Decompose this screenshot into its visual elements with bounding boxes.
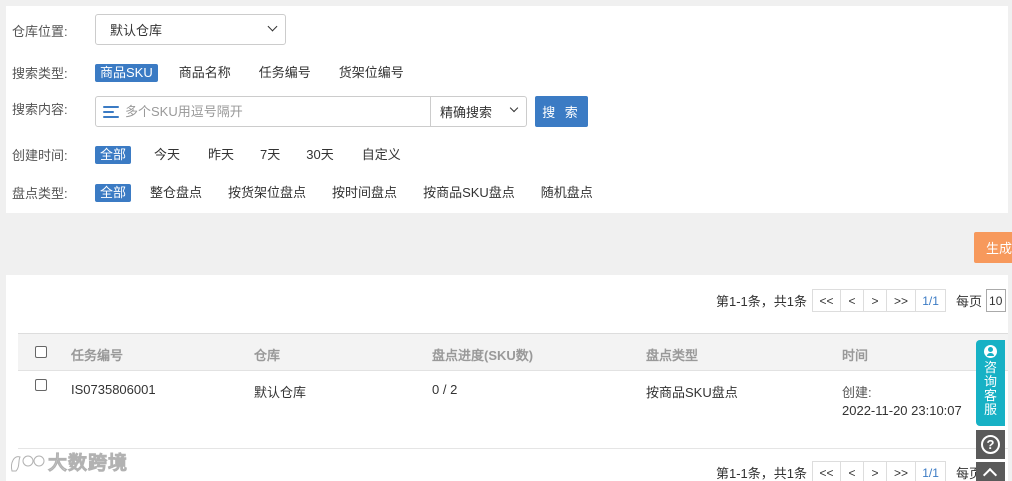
search-group: 精确搜索 xyxy=(95,96,527,127)
progress-cell: 0 / 2 xyxy=(432,382,458,397)
pagination-summary: 第1-1条，共1条 xyxy=(716,466,808,481)
type-cell: 按商品SKU盘点 xyxy=(646,385,738,400)
watermark-logo-icon xyxy=(11,455,45,471)
task-number: IS0735806001 xyxy=(71,382,156,397)
search-input-wrap xyxy=(96,97,430,126)
pagination-summary: 第1-1条，共1条 xyxy=(716,294,808,309)
first-page-button[interactable]: << xyxy=(812,289,842,312)
search-content-row: 搜索内容: xyxy=(12,99,89,118)
prev-page-button[interactable]: < xyxy=(840,461,865,481)
select-all-checkbox[interactable] xyxy=(35,346,47,358)
warehouse-label: 仓库位置: xyxy=(12,24,68,39)
time-option[interactable]: 今天 xyxy=(149,146,185,164)
next-page-button[interactable]: > xyxy=(863,461,888,481)
watermark-text: 大数跨境 xyxy=(48,453,129,475)
current-page: 1/1 xyxy=(915,289,947,312)
pagination-top: 第1-1条，共1条 << < > >> 1/1 每页 10 xyxy=(716,289,1007,312)
time-option[interactable]: 30天 xyxy=(301,146,338,164)
per-page-input[interactable]: 10 xyxy=(986,289,1007,312)
search-content-label: 搜索内容: xyxy=(12,102,68,117)
column-header: 盘点类型 xyxy=(646,348,699,363)
search-type-row: 搜索类型: 商品SKU 商品名称 任务编号 货架位编号 xyxy=(12,63,425,82)
inventory-type-label: 盘点类型: xyxy=(12,186,68,201)
inventory-type-option[interactable]: 按时间盘点 xyxy=(327,184,402,202)
search-type-option[interactable]: 商品SKU xyxy=(95,63,158,82)
customer-service-button[interactable]: 咨询客服 xyxy=(976,340,1005,426)
table-row: IS0735806001 默认仓库 0 / 2 按商品SKU盘点 创建: 202… xyxy=(18,371,1008,449)
search-button[interactable]: 搜 索 xyxy=(535,96,588,127)
per-page-label: 每页 xyxy=(956,294,983,309)
current-page: 1/1 xyxy=(915,461,947,481)
search-mode-select[interactable]: 精确搜索 xyxy=(430,97,526,126)
column-header: 盘点进度(SKU数) xyxy=(432,348,534,363)
prev-page-button[interactable]: < xyxy=(840,289,865,312)
created-time-row: 创建时间: 全部 今天 昨天 7天 30天 自定义 xyxy=(12,145,422,164)
last-page-button[interactable]: >> xyxy=(886,289,917,312)
list-icon xyxy=(103,105,119,118)
person-icon xyxy=(984,345,997,358)
next-page-button[interactable]: > xyxy=(863,289,888,312)
inventory-type-option[interactable]: 按商品SKU盘点 xyxy=(418,184,520,202)
pagination-bottom: 第1-1条，共1条 << < > >> 1/1 每页 xyxy=(716,461,982,481)
inventory-type-row: 盘点类型: 全部 整仓盘点 按货架位盘点 按时间盘点 按商品SKU盘点 随机盘点 xyxy=(12,183,614,202)
back-to-top-button[interactable] xyxy=(976,462,1005,481)
generate-button[interactable]: 生成 xyxy=(974,232,1012,263)
row-checkbox[interactable] xyxy=(35,379,47,391)
created-time-label: 创建时间: xyxy=(12,148,68,163)
column-header: 任务编号 xyxy=(71,348,124,363)
search-type-option[interactable]: 货架位编号 xyxy=(334,64,409,82)
table-header: 任务编号 仓库 盘点进度(SKU数) 盘点类型 时间 xyxy=(18,333,1008,371)
customer-service-label: 咨询客服 xyxy=(983,360,997,417)
chevron-down-icon xyxy=(267,21,278,32)
search-mode-value: 精确搜索 xyxy=(440,105,493,120)
first-page-button[interactable]: << xyxy=(812,461,842,481)
warehouse-select[interactable]: 默认仓库 xyxy=(95,14,286,45)
inventory-type-option[interactable]: 随机盘点 xyxy=(536,184,598,202)
search-type-option[interactable]: 商品名称 xyxy=(174,64,236,82)
time-option[interactable]: 7天 xyxy=(255,146,285,164)
inventory-type-option[interactable]: 按货架位盘点 xyxy=(223,184,311,202)
chevron-up-icon xyxy=(982,467,998,481)
column-header: 仓库 xyxy=(254,348,281,363)
warehouse-row: 仓库位置: xyxy=(12,21,89,40)
time-value: 2022-11-20 23:10:07 xyxy=(842,403,962,418)
search-type-label: 搜索类型: xyxy=(12,66,68,81)
search-type-option[interactable]: 任务编号 xyxy=(254,64,316,82)
last-page-button[interactable]: >> xyxy=(886,461,917,481)
search-input[interactable] xyxy=(125,104,415,119)
chevron-down-icon xyxy=(509,103,519,113)
time-option[interactable]: 昨天 xyxy=(203,146,239,164)
time-label: 创建: xyxy=(842,385,872,400)
time-option[interactable]: 自定义 xyxy=(357,146,406,164)
time-option[interactable]: 全部 xyxy=(95,145,132,164)
help-icon: ? xyxy=(981,435,1000,454)
column-header: 时间 xyxy=(842,348,869,363)
warehouse-cell: 默认仓库 xyxy=(254,385,307,400)
inventory-type-option[interactable]: 全部 xyxy=(95,183,132,202)
warehouse-select-value: 默认仓库 xyxy=(110,23,163,38)
inventory-type-option[interactable]: 整仓盘点 xyxy=(145,184,207,202)
watermark: 大数跨境 xyxy=(8,448,128,475)
help-button[interactable]: ? xyxy=(976,430,1005,459)
